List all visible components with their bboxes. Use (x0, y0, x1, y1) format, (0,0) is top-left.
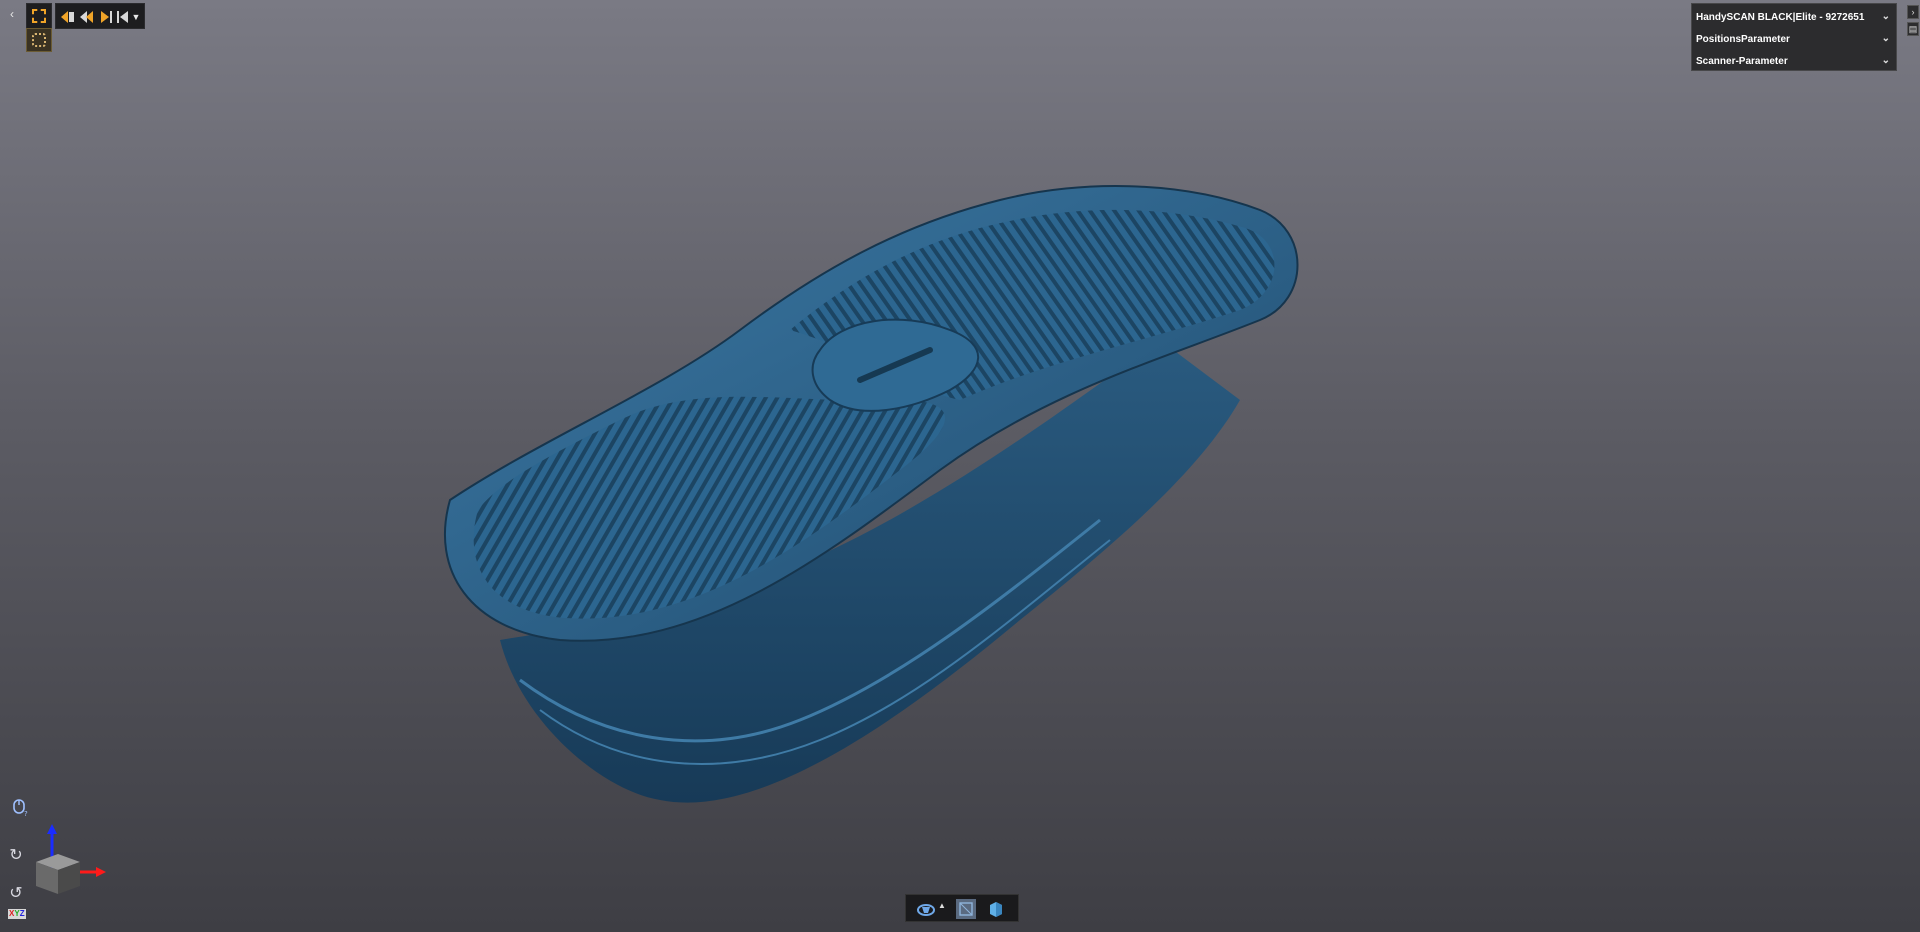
panel-menu-icon[interactable]: ▤ (1907, 22, 1919, 36)
lasso-select-icon[interactable] (26, 28, 52, 52)
wireframe-icon[interactable] (956, 899, 976, 919)
axis-z-label: Z (19, 909, 25, 918)
scanner-parameter-row[interactable]: Scanner-Parameter ⌄ (1692, 51, 1896, 71)
rotate-cw-icon[interactable]: ↻ (6, 846, 26, 866)
chevron-down-icon[interactable]: ⌄ (1882, 33, 1890, 44)
view-next-icon[interactable] (97, 8, 115, 26)
render-toolbar: ▲ (905, 894, 1019, 922)
axis-gizmo[interactable] (28, 822, 112, 900)
view-front-icon[interactable] (59, 8, 77, 26)
collapse-panel-icon[interactable]: › (1907, 5, 1919, 19)
view-toolbar: ▼ (55, 3, 145, 29)
scanner-parameter-label: Scanner-Parameter (1696, 56, 1788, 67)
chevron-left-icon[interactable]: ‹ (6, 6, 18, 22)
mouse-help-icon[interactable]: ? (10, 797, 30, 818)
rectangle-select-icon[interactable] (26, 3, 52, 29)
solid-view-icon[interactable] (986, 899, 1006, 919)
chevron-down-icon[interactable]: ⌄ (1882, 11, 1890, 22)
chevron-down-icon[interactable]: ▼ (130, 8, 142, 26)
scanner-device-row[interactable]: HandySCAN BLACK|Elite - 9272651 ⌄ (1692, 7, 1896, 27)
render-mode-icon[interactable] (916, 899, 936, 919)
scanner-device-label: HandySCAN BLACK|Elite - 9272651 (1696, 12, 1865, 23)
3d-viewport[interactable]: ‹ ▼ HandySCAN BLACK|Elite - 9272651 ⌄ Po… (0, 0, 1920, 932)
rotate-ccw-icon[interactable]: ↺ (6, 884, 26, 904)
xyz-label: XYZ (8, 909, 26, 919)
scanned-shoe-model[interactable] (0, 0, 1920, 932)
parameter-panel: HandySCAN BLACK|Elite - 9272651 ⌄ Positi… (1691, 3, 1897, 71)
chevron-up-icon[interactable]: ▲ (938, 901, 946, 910)
svg-text:?: ? (24, 810, 28, 817)
positions-parameter-row[interactable]: PositionsParameter ⌄ (1692, 29, 1896, 49)
view-back-icon[interactable] (78, 8, 96, 26)
positions-parameter-label: PositionsParameter (1696, 34, 1790, 45)
chevron-down-icon[interactable]: ⌄ (1882, 55, 1890, 66)
